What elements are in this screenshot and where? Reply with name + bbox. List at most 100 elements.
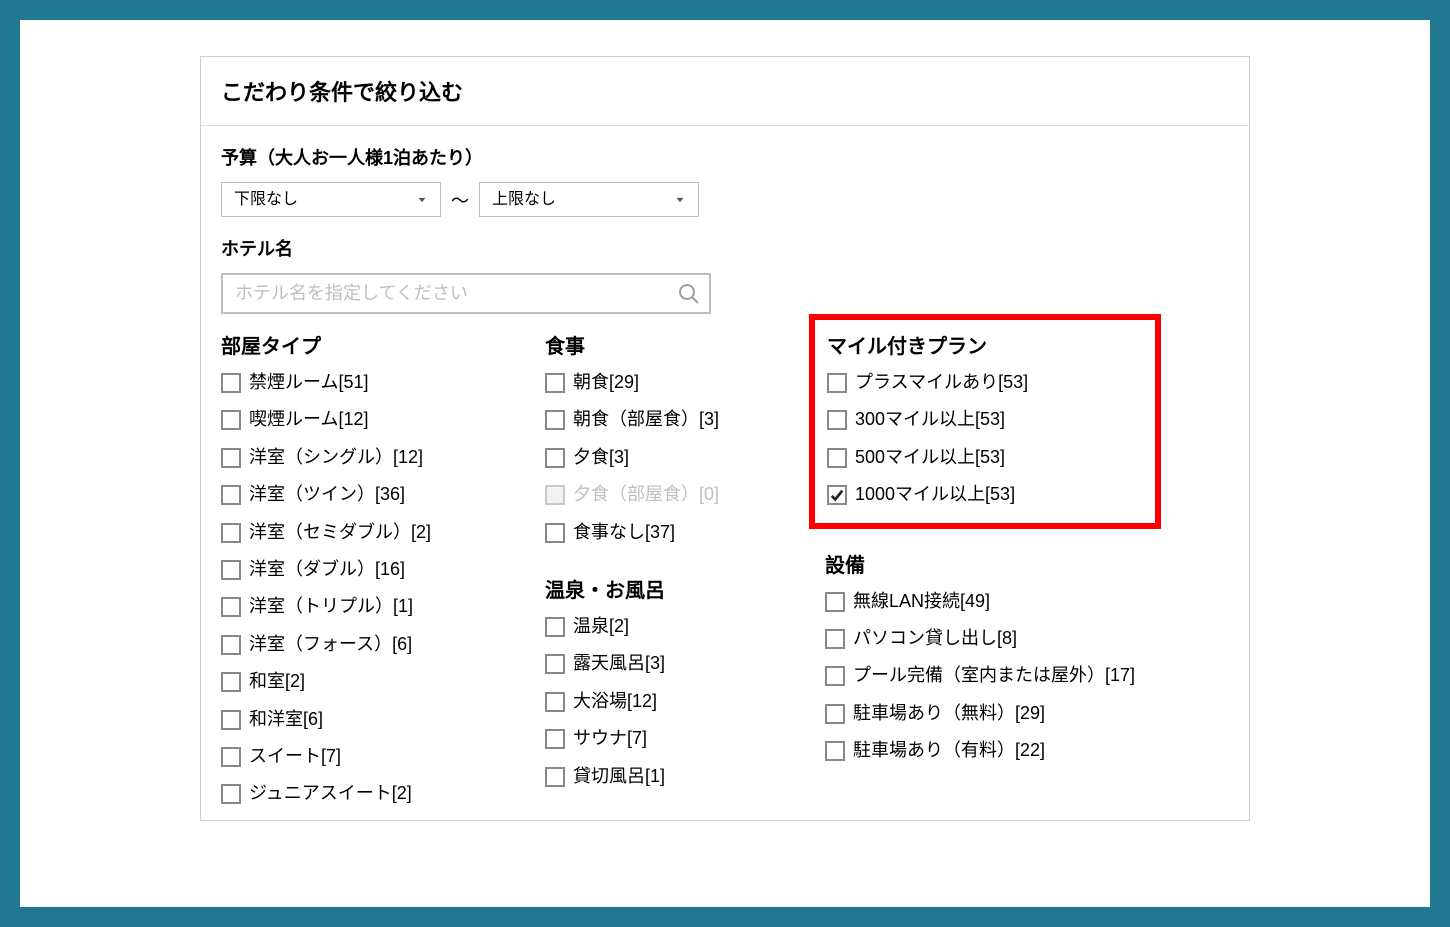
column-room-type: 部屋タイプ 禁煙ルーム[51] 喫煙ルーム[12] 洋室（シングル）[12] 洋室（ツ… <box>221 328 521 820</box>
checkbox-icon[interactable] <box>545 373 565 393</box>
checkbox-icon[interactable] <box>221 560 241 580</box>
checkbox-icon[interactable] <box>221 523 241 543</box>
filter-option[interactable]: 300マイル以上[53] <box>827 408 1143 431</box>
filter-option[interactable]: プール完備（室内または屋外）[17] <box>825 664 1145 687</box>
budget-lower-select[interactable]: 下限なし <box>221 182 441 217</box>
filter-option[interactable]: 夕食[3] <box>545 446 801 469</box>
meal-list: 朝食[29]朝食（部屋食）[3]夕食[3]夕食（部屋食）[0]食事なし[37] <box>545 371 801 544</box>
mile-plan-highlight: マイル付きプラン プラスマイルあり[53] 300マイル以上[53] 500マイル以… <box>809 314 1161 529</box>
filter-option-label: 洋室（セミダブル）[2] <box>249 521 521 544</box>
checkbox-icon[interactable] <box>825 704 845 724</box>
filter-option[interactable]: 洋室（セミダブル）[2] <box>221 521 521 544</box>
filter-option[interactable]: 無線LAN接続[49] <box>825 590 1145 613</box>
checkbox-icon[interactable] <box>827 485 847 505</box>
filter-option[interactable]: 大浴場[12] <box>545 690 801 713</box>
group-title-room-type: 部屋タイプ <box>221 330 521 359</box>
filter-option-label: 洋室（フォース）[6] <box>249 633 521 656</box>
filter-option[interactable]: 和室[2] <box>221 670 521 693</box>
filter-option[interactable]: 禁煙ルーム[51] <box>221 371 521 394</box>
filter-option-label: 貸切風呂[1] <box>573 765 801 788</box>
checkbox-icon[interactable] <box>825 741 845 761</box>
hotel-name-input[interactable] <box>221 273 711 314</box>
group-title-mile-plan: マイル付きプラン <box>827 330 1143 359</box>
checkbox-icon[interactable] <box>221 710 241 730</box>
filter-option-label: 和室[2] <box>249 670 521 693</box>
checkbox-icon[interactable] <box>545 617 565 637</box>
filter-option[interactable]: 食事なし[37] <box>545 521 801 544</box>
filter-option[interactable]: 洋室（シングル）[12] <box>221 446 521 469</box>
filter-option[interactable]: 洋室（トリプル）[1] <box>221 595 521 618</box>
checkbox-icon[interactable] <box>221 485 241 505</box>
checkbox-icon[interactable] <box>221 373 241 393</box>
budget-lower-select-wrap: 下限なし <box>221 182 441 217</box>
filter-columns: 部屋タイプ 禁煙ルーム[51] 喫煙ルーム[12] 洋室（シングル）[12] 洋室（ツ… <box>221 328 1229 820</box>
checkbox-icon[interactable] <box>827 410 847 430</box>
checkbox-icon[interactable] <box>827 373 847 393</box>
filter-option-label: 露天風呂[3] <box>573 652 801 675</box>
filter-option[interactable]: 洋室（フォース）[6] <box>221 633 521 656</box>
checkbox-icon[interactable] <box>221 410 241 430</box>
checkbox-icon[interactable] <box>545 692 565 712</box>
filter-option[interactable]: 洋室（ダブル）[16] <box>221 558 521 581</box>
filter-option-label: 駐車場あり（無料）[29] <box>853 702 1145 725</box>
filter-option[interactable]: 和洋室[6] <box>221 708 521 731</box>
budget-row: 下限なし ～ 上限なし <box>221 182 1229 217</box>
filter-option[interactable]: 駐車場あり（無料）[29] <box>825 702 1145 725</box>
filter-option[interactable]: 洋室（ツイン）[36] <box>221 483 521 506</box>
checkbox-icon[interactable] <box>221 784 241 804</box>
filter-option-label: 1000マイル以上[53] <box>855 483 1143 506</box>
budget-upper-select-wrap: 上限なし <box>479 182 699 217</box>
filter-option[interactable]: 朝食[29] <box>545 371 801 394</box>
filter-option-label: ジュニアスイート[2] <box>249 782 521 805</box>
group-title-meal: 食事 <box>545 330 801 359</box>
filter-option-label: プラスマイルあり[53] <box>855 371 1143 394</box>
panel-title: こだわり条件で絞り込む <box>201 57 1249 126</box>
filter-option[interactable]: スイート[7] <box>221 745 521 768</box>
checkbox-icon[interactable] <box>825 629 845 649</box>
filter-option[interactable]: 駐車場あり（有料）[22] <box>825 739 1145 762</box>
filter-option[interactable]: プラスマイルあり[53] <box>827 371 1143 394</box>
filter-option-label: 500マイル以上[53] <box>855 446 1143 469</box>
checkbox-icon[interactable] <box>545 448 565 468</box>
checkbox-icon[interactable] <box>827 448 847 468</box>
group-title-bath: 温泉・お風呂 <box>545 574 801 603</box>
filter-option-label: 朝食（部屋食）[3] <box>573 408 801 431</box>
filter-option-label: パソコン貸し出し[8] <box>853 627 1145 650</box>
checkbox-icon[interactable] <box>221 635 241 655</box>
budget-upper-select[interactable]: 上限なし <box>479 182 699 217</box>
checkbox-icon[interactable] <box>825 666 845 686</box>
checkbox-icon[interactable] <box>545 729 565 749</box>
filter-option[interactable]: 貸切風呂[1] <box>545 765 801 788</box>
checkbox-icon[interactable] <box>221 448 241 468</box>
hotel-search-wrap <box>221 273 711 314</box>
checkbox-icon[interactable] <box>545 767 565 787</box>
filter-option[interactable]: 500マイル以上[53] <box>827 446 1143 469</box>
filter-option-label: 食事なし[37] <box>573 521 801 544</box>
checkbox-icon[interactable] <box>221 597 241 617</box>
filter-option-label: 喫煙ルーム[12] <box>249 408 521 431</box>
filter-option-label: 夕食[3] <box>573 446 801 469</box>
filter-option[interactable]: 温泉[2] <box>545 615 801 638</box>
filter-option-label: 和洋室[6] <box>249 708 521 731</box>
filter-option[interactable]: ジュニアスイート[2] <box>221 782 521 805</box>
filter-option[interactable]: 朝食（部屋食）[3] <box>545 408 801 431</box>
search-icon <box>677 282 701 306</box>
filter-option-label: 駐車場あり（有料）[22] <box>853 739 1145 762</box>
filter-option[interactable]: 露天風呂[3] <box>545 652 801 675</box>
filter-option-label: 洋室（シングル）[12] <box>249 446 521 469</box>
checkbox-icon[interactable] <box>221 672 241 692</box>
checkbox-icon[interactable] <box>221 747 241 767</box>
filter-option-label: サウナ[7] <box>573 727 801 750</box>
filter-option[interactable]: 喫煙ルーム[12] <box>221 408 521 431</box>
filter-option[interactable]: サウナ[7] <box>545 727 801 750</box>
checkbox-icon[interactable] <box>545 523 565 543</box>
filter-panel: こだわり条件で絞り込む 予算（大人お一人様1泊あたり） 下限なし ～ 上限なし <box>200 56 1250 821</box>
checkbox-icon[interactable] <box>545 410 565 430</box>
filter-option[interactable]: パソコン貸し出し[8] <box>825 627 1145 650</box>
checkbox-icon[interactable] <box>825 592 845 612</box>
filter-option[interactable]: 1000マイル以上[53] <box>827 483 1143 506</box>
page-container: こだわり条件で絞り込む 予算（大人お一人様1泊あたり） 下限なし ～ 上限なし <box>20 20 1430 907</box>
checkbox-icon[interactable] <box>545 654 565 674</box>
filter-option-label: プール完備（室内または屋外）[17] <box>853 664 1145 687</box>
filter-option-label: 洋室（トリプル）[1] <box>249 595 521 618</box>
